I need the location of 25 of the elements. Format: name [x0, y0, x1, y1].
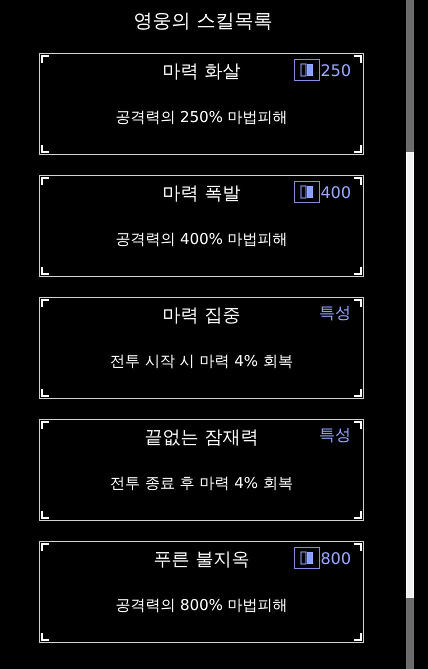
scrollbar-drawing[interactable]: [406, 0, 414, 669]
skill-card[interactable]: 마력 집중 특성 전투 시작 시 마력 4% 회복: [39, 297, 364, 399]
list-title: 영웅의 스킬목록: [133, 9, 273, 34]
skill-description: 공격력의 400% 마법피해: [114, 230, 289, 249]
skill-card[interactable]: 끝없는 잠재력 특성 전투 종료 후 마력 4% 회복: [39, 419, 364, 521]
skill-name: 마력 집중: [162, 304, 240, 327]
trait-label: 특성: [319, 425, 351, 446]
mana-cost: 800: [320, 548, 351, 568]
mana-cost: 400: [320, 182, 351, 202]
mana-icon: [294, 181, 320, 203]
mana-icon: [294, 59, 320, 81]
skill-name: 마력 폭발: [162, 182, 240, 205]
skill-description: 전투 종료 후 마력 4% 회복: [109, 474, 294, 493]
skill-card[interactable]: 마력 폭발 400 공격력의 400% 마법피해: [39, 175, 364, 277]
skill-card[interactable]: 푸른 불지옥 800 공격력의 800% 마법피해: [39, 541, 364, 643]
skill-description: 공격력의 800% 마법피해: [114, 596, 289, 615]
skill-name: 푸른 불지옥: [154, 548, 250, 571]
skill-description: 전투 시작 시 마력 4% 회복: [109, 352, 294, 371]
skill-card[interactable]: 마력 화살 250 공격력의 250% 마법피해: [39, 53, 364, 155]
skill-name: 마력 화살: [162, 60, 240, 83]
trait-label: 특성: [319, 303, 351, 324]
mana-cost: 250: [320, 60, 351, 80]
skill-name: 끝없는 잠재력: [144, 426, 258, 449]
skill-description: 공격력의 250% 마법피해: [114, 108, 289, 127]
mana-icon: [294, 547, 320, 569]
